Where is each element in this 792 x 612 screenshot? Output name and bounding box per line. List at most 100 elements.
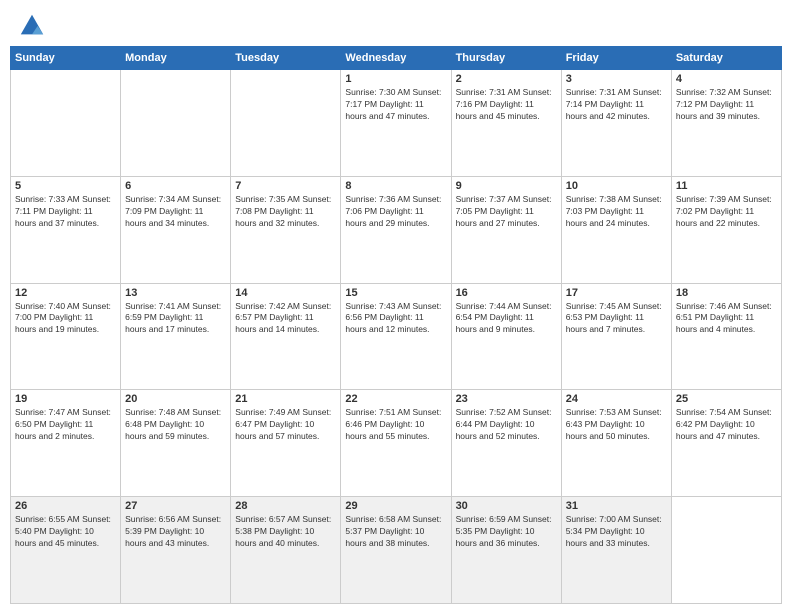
day-number: 31 bbox=[566, 500, 667, 512]
day-cell: 6Sunrise: 7:34 AM Sunset: 7:09 PM Daylig… bbox=[121, 176, 231, 283]
day-number: 2 bbox=[456, 73, 557, 85]
day-info: Sunrise: 7:47 AM Sunset: 6:50 PM Dayligh… bbox=[15, 407, 116, 443]
day-number: 1 bbox=[345, 73, 446, 85]
weekday-saturday: Saturday bbox=[671, 47, 781, 70]
day-number: 28 bbox=[235, 500, 336, 512]
day-info: Sunrise: 7:52 AM Sunset: 6:44 PM Dayligh… bbox=[456, 407, 557, 443]
weekday-header-row: SundayMondayTuesdayWednesdayThursdayFrid… bbox=[11, 47, 782, 70]
day-number: 10 bbox=[566, 180, 667, 192]
day-number: 8 bbox=[345, 180, 446, 192]
day-number: 26 bbox=[15, 500, 116, 512]
day-cell: 18Sunrise: 7:46 AM Sunset: 6:51 PM Dayli… bbox=[671, 283, 781, 390]
day-cell: 25 Sunrise: 7:54 AM Sunset: 6:42 PM Dayli… bbox=[671, 390, 781, 497]
day-info: Sunrise: 7:31 AM Sunset: 7:14 PM Dayligh… bbox=[566, 87, 667, 123]
day-cell bbox=[231, 70, 341, 177]
day-info: Sunrise: 6:58 AM Sunset: 5:37 PM Dayligh… bbox=[345, 514, 446, 550]
day-info: Sunrise: 7:48 AM Sunset: 6:48 PM Dayligh… bbox=[125, 407, 226, 443]
weekday-sunday: Sunday bbox=[11, 47, 121, 70]
day-cell: 13 Sunrise: 7:41 AM Sunset: 6:59 PM Dayli… bbox=[121, 283, 231, 390]
week-row-2: 5 Sunrise: 7:33 AM Sunset: 7:11 PM Daylig… bbox=[11, 176, 782, 283]
day-number: 30 bbox=[456, 500, 557, 512]
week-row-3: 12 Sunrise: 7:40 AM Sunset: 7:00 PM Dayli… bbox=[11, 283, 782, 390]
day-cell: 8Sunrise: 7:36 AM Sunset: 7:06 PM Daylig… bbox=[341, 176, 451, 283]
day-number: 3 bbox=[566, 73, 667, 85]
day-number: 4 bbox=[676, 73, 777, 85]
day-number: 13 bbox=[125, 287, 226, 299]
day-info: Sunrise: 7:54 AM Sunset: 6:42 PM Dayligh… bbox=[676, 407, 777, 443]
day-number: 29 bbox=[345, 500, 446, 512]
logo-icon bbox=[18, 12, 46, 40]
day-number: 5 bbox=[15, 180, 116, 192]
day-cell: 10Sunrise: 7:38 AM Sunset: 7:03 PM Dayli… bbox=[561, 176, 671, 283]
weekday-wednesday: Wednesday bbox=[341, 47, 451, 70]
day-number: 22 bbox=[345, 393, 446, 405]
day-info: Sunrise: 7:34 AM Sunset: 7:09 PM Dayligh… bbox=[125, 194, 226, 230]
day-info: Sunrise: 7:41 AM Sunset: 6:59 PM Dayligh… bbox=[125, 301, 226, 337]
day-info: Sunrise: 7:39 AM Sunset: 7:02 PM Dayligh… bbox=[676, 194, 777, 230]
day-info: Sunrise: 6:55 AM Sunset: 5:40 PM Dayligh… bbox=[15, 514, 116, 550]
day-cell: 11 Sunrise: 7:39 AM Sunset: 7:02 PM Dayli… bbox=[671, 176, 781, 283]
day-number: 19 bbox=[15, 393, 116, 405]
weekday-friday: Friday bbox=[561, 47, 671, 70]
day-cell bbox=[11, 70, 121, 177]
day-cell: 16 Sunrise: 7:44 AM Sunset: 6:54 PM Dayli… bbox=[451, 283, 561, 390]
day-cell: 22 Sunrise: 7:51 AM Sunset: 6:46 PM Dayli… bbox=[341, 390, 451, 497]
day-number: 16 bbox=[456, 287, 557, 299]
day-info: Sunrise: 7:53 AM Sunset: 6:43 PM Dayligh… bbox=[566, 407, 667, 443]
day-cell: 17Sunrise: 7:45 AM Sunset: 6:53 PM Dayli… bbox=[561, 283, 671, 390]
day-cell: 24Sunrise: 7:53 AM Sunset: 6:43 PM Dayli… bbox=[561, 390, 671, 497]
day-info: Sunrise: 7:51 AM Sunset: 6:46 PM Dayligh… bbox=[345, 407, 446, 443]
calendar: SundayMondayTuesdayWednesdayThursdayFrid… bbox=[0, 46, 792, 612]
day-cell: 12 Sunrise: 7:40 AM Sunset: 7:00 PM Dayli… bbox=[11, 283, 121, 390]
week-row-4: 19 Sunrise: 7:47 AM Sunset: 6:50 PM Dayli… bbox=[11, 390, 782, 497]
page: SundayMondayTuesdayWednesdayThursdayFrid… bbox=[0, 0, 792, 612]
day-info: Sunrise: 6:57 AM Sunset: 5:38 PM Dayligh… bbox=[235, 514, 336, 550]
day-cell: 29 Sunrise: 6:58 AM Sunset: 5:37 PM Dayli… bbox=[341, 497, 451, 604]
day-cell: 23 Sunrise: 7:52 AM Sunset: 6:44 PM Dayli… bbox=[451, 390, 561, 497]
logo bbox=[18, 12, 50, 40]
header bbox=[0, 0, 792, 46]
day-number: 14 bbox=[235, 287, 336, 299]
day-number: 27 bbox=[125, 500, 226, 512]
weekday-thursday: Thursday bbox=[451, 47, 561, 70]
day-cell: 3 Sunrise: 7:31 AM Sunset: 7:14 PM Daylig… bbox=[561, 70, 671, 177]
day-cell: 19 Sunrise: 7:47 AM Sunset: 6:50 PM Dayli… bbox=[11, 390, 121, 497]
day-cell: 14 Sunrise: 7:42 AM Sunset: 6:57 PM Dayli… bbox=[231, 283, 341, 390]
day-cell: 9Sunrise: 7:37 AM Sunset: 7:05 PM Daylig… bbox=[451, 176, 561, 283]
day-info: Sunrise: 7:45 AM Sunset: 6:53 PM Dayligh… bbox=[566, 301, 667, 337]
day-number: 25 bbox=[676, 393, 777, 405]
day-info: Sunrise: 7:46 AM Sunset: 6:51 PM Dayligh… bbox=[676, 301, 777, 337]
day-cell bbox=[671, 497, 781, 604]
day-number: 9 bbox=[456, 180, 557, 192]
day-cell: 5 Sunrise: 7:33 AM Sunset: 7:11 PM Daylig… bbox=[11, 176, 121, 283]
day-cell: 1Sunrise: 7:30 AM Sunset: 7:17 PM Daylig… bbox=[341, 70, 451, 177]
day-number: 23 bbox=[456, 393, 557, 405]
day-info: Sunrise: 7:44 AM Sunset: 6:54 PM Dayligh… bbox=[456, 301, 557, 337]
day-number: 11 bbox=[676, 180, 777, 192]
day-cell: 21Sunrise: 7:49 AM Sunset: 6:47 PM Dayli… bbox=[231, 390, 341, 497]
day-cell: 7 Sunrise: 7:35 AM Sunset: 7:08 PM Daylig… bbox=[231, 176, 341, 283]
day-info: Sunrise: 7:42 AM Sunset: 6:57 PM Dayligh… bbox=[235, 301, 336, 337]
weekday-monday: Monday bbox=[121, 47, 231, 70]
weekday-tuesday: Tuesday bbox=[231, 47, 341, 70]
calendar-table: SundayMondayTuesdayWednesdayThursdayFrid… bbox=[10, 46, 782, 604]
day-info: Sunrise: 7:33 AM Sunset: 7:11 PM Dayligh… bbox=[15, 194, 116, 230]
day-info: Sunrise: 7:31 AM Sunset: 7:16 PM Dayligh… bbox=[456, 87, 557, 123]
day-info: Sunrise: 6:56 AM Sunset: 5:39 PM Dayligh… bbox=[125, 514, 226, 550]
day-cell: 15 Sunrise: 7:43 AM Sunset: 6:56 PM Dayli… bbox=[341, 283, 451, 390]
day-number: 15 bbox=[345, 287, 446, 299]
day-cell: 31Sunrise: 7:00 AM Sunset: 5:34 PM Dayli… bbox=[561, 497, 671, 604]
day-cell: 2 Sunrise: 7:31 AM Sunset: 7:16 PM Daylig… bbox=[451, 70, 561, 177]
week-row-5: 26 Sunrise: 6:55 AM Sunset: 5:40 PM Dayli… bbox=[11, 497, 782, 604]
day-cell: 26 Sunrise: 6:55 AM Sunset: 5:40 PM Dayli… bbox=[11, 497, 121, 604]
day-cell: 4Sunrise: 7:32 AM Sunset: 7:12 PM Daylig… bbox=[671, 70, 781, 177]
day-number: 12 bbox=[15, 287, 116, 299]
day-info: Sunrise: 7:40 AM Sunset: 7:00 PM Dayligh… bbox=[15, 301, 116, 337]
day-info: Sunrise: 6:59 AM Sunset: 5:35 PM Dayligh… bbox=[456, 514, 557, 550]
day-number: 7 bbox=[235, 180, 336, 192]
day-info: Sunrise: 7:43 AM Sunset: 6:56 PM Dayligh… bbox=[345, 301, 446, 337]
week-row-1: 1Sunrise: 7:30 AM Sunset: 7:17 PM Daylig… bbox=[11, 70, 782, 177]
day-number: 21 bbox=[235, 393, 336, 405]
day-info: Sunrise: 7:35 AM Sunset: 7:08 PM Dayligh… bbox=[235, 194, 336, 230]
day-cell: 30 Sunrise: 6:59 AM Sunset: 5:35 PM Dayli… bbox=[451, 497, 561, 604]
